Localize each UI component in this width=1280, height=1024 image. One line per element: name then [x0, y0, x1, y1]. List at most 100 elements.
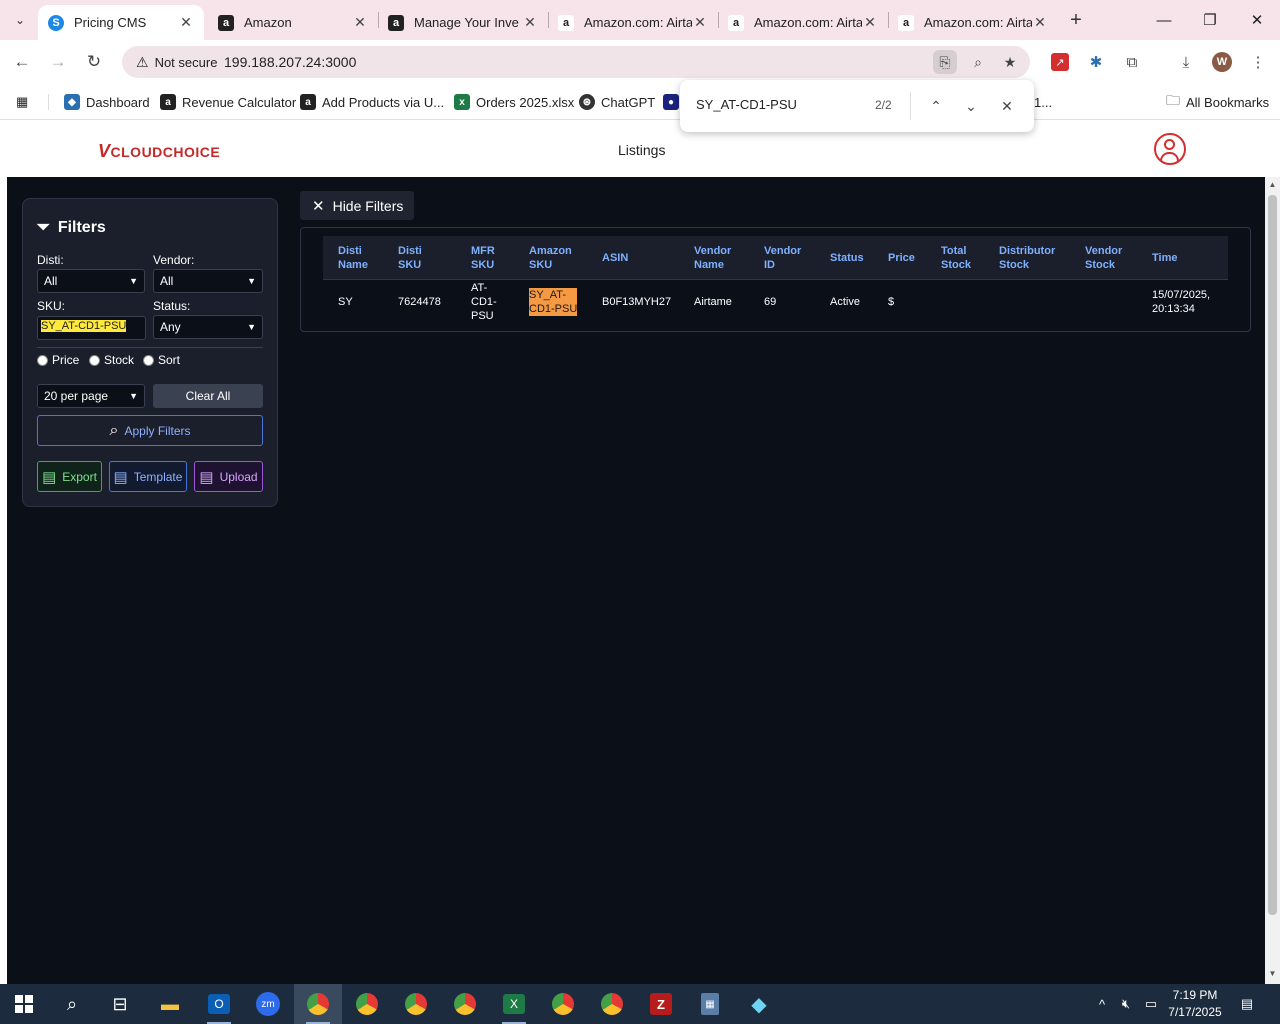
disti-select[interactable]: All ▼: [37, 269, 145, 293]
app-diamond-icon[interactable]: ◆: [735, 984, 783, 1024]
network-icon[interactable]: ▭: [1140, 984, 1162, 1024]
tab-search-icon[interactable]: ⌄: [8, 8, 32, 32]
col-vendor-name[interactable]: Vendor Name: [694, 236, 731, 280]
menu-kebab-icon[interactable]: ⋮: [1246, 50, 1270, 74]
col-total-stock[interactable]: Total Stock: [941, 236, 971, 280]
clear-all-button[interactable]: Clear All: [153, 384, 263, 408]
bookmark-orders-xlsx[interactable]: x Orders 2025.xlsx: [454, 92, 574, 112]
col-mfr-sku[interactable]: MFR SKU: [471, 236, 495, 280]
tab-amazon-airtame-1[interactable]: a Amazon.com: Airta ✕: [548, 5, 718, 40]
restore-icon[interactable]: ❐: [1187, 0, 1233, 40]
scroll-up-icon[interactable]: ▲: [1267, 180, 1278, 192]
tab-pricing-cms[interactable]: S Pricing CMS ✕: [38, 5, 204, 40]
tab-amazon-airtame-2[interactable]: a Amazon.com: Airta ✕: [718, 5, 888, 40]
nav-listings-link[interactable]: Listings: [618, 142, 665, 158]
upload-button[interactable]: ▤ Upload: [194, 461, 263, 492]
tab-manage-inventory[interactable]: a Manage Your Inve ✕: [378, 5, 548, 40]
minimize-icon[interactable]: —: [1141, 0, 1187, 40]
col-asin[interactable]: ASIN: [602, 236, 628, 280]
all-bookmarks[interactable]: 🗀 All Bookmarks: [1166, 92, 1269, 112]
zoom-app-icon[interactable]: zm: [244, 984, 292, 1024]
col-disti-sku[interactable]: Disti SKU: [398, 236, 422, 280]
close-window-icon[interactable]: ✕: [1234, 0, 1280, 40]
col-disti-name[interactable]: Disti Name: [338, 236, 368, 280]
radio-sort[interactable]: Sort: [143, 353, 180, 367]
col-amazon-sku[interactable]: Amazon SKU: [529, 236, 572, 280]
status-select[interactable]: Any ▼: [153, 315, 263, 339]
col-time[interactable]: Time: [1152, 236, 1177, 280]
close-icon[interactable]: ✕: [995, 94, 1019, 118]
task-view-icon[interactable]: ⊟: [96, 984, 144, 1024]
address-bar[interactable]: ⚠ Not secure 199.188.207.24:3000 ⎘ ⌕ ★: [122, 46, 1030, 78]
radio-stock[interactable]: Stock: [89, 353, 134, 367]
hide-filters-label: Hide Filters: [332, 197, 404, 214]
bookmark-chatgpt[interactable]: ⊛ ChatGPT: [579, 92, 655, 112]
per-page-select[interactable]: 20 per page ▼: [37, 384, 145, 408]
find-input[interactable]: SY_AT-CD1-PSU: [696, 97, 856, 112]
tab-amazon-airtame-3[interactable]: a Amazon.com: Airta ✕: [888, 5, 1058, 40]
zoom-icon[interactable]: ⌕: [966, 50, 990, 74]
reload-icon[interactable]: ↻: [80, 48, 108, 76]
col-distributor-stock[interactable]: Distributor Stock: [999, 236, 1055, 280]
file-explorer-icon[interactable]: ▬: [146, 984, 194, 1024]
close-icon[interactable]: ✕: [862, 14, 878, 31]
profile-avatar[interactable]: W: [1210, 50, 1234, 74]
tray-chevron-up-icon[interactable]: ^: [1092, 984, 1112, 1024]
chrome-profile-icon[interactable]: [343, 984, 391, 1024]
scroll-down-icon[interactable]: ▼: [1267, 969, 1278, 981]
download-icon[interactable]: ⤓: [1174, 50, 1198, 74]
bookmark-revenue-calculator[interactable]: a Revenue Calculator: [160, 92, 296, 112]
taskbar-clock[interactable]: 7:19 PM 7/17/2025: [1160, 987, 1230, 1021]
apps-grid-icon[interactable]: ▦: [16, 92, 28, 112]
page-search-icon[interactable]: ⎘: [933, 50, 957, 74]
filezilla-icon[interactable]: Z: [637, 984, 685, 1024]
chrome-profile-icon[interactable]: [392, 984, 440, 1024]
outlook-icon[interactable]: O: [195, 984, 243, 1024]
chevron-up-icon[interactable]: ⌃: [924, 94, 948, 118]
extension-icon[interactable]: ✱: [1084, 50, 1108, 74]
excel-icon[interactable]: X: [490, 984, 538, 1024]
search-icon[interactable]: ⌕: [48, 984, 96, 1024]
pdf-extension-icon[interactable]: ↗: [1048, 50, 1072, 74]
export-button[interactable]: ▤ Export: [37, 461, 102, 492]
windows-start-icon[interactable]: [0, 984, 48, 1024]
chrome-profile-icon[interactable]: [441, 984, 489, 1024]
sku-input[interactable]: SY_AT-CD1-PSU: [37, 316, 146, 340]
template-button[interactable]: ▤ Template: [109, 461, 187, 492]
new-tab-icon[interactable]: +: [1064, 8, 1088, 32]
chrome-icon[interactable]: [294, 984, 342, 1024]
close-icon[interactable]: ✕: [178, 14, 194, 31]
chevron-down-icon[interactable]: ⌄: [959, 94, 983, 118]
page-scrollbar[interactable]: ▲ ▼: [1265, 177, 1280, 984]
notifications-icon[interactable]: ▤: [1236, 984, 1258, 1024]
close-icon[interactable]: ✕: [352, 14, 368, 31]
close-icon[interactable]: ✕: [522, 14, 538, 31]
back-icon[interactable]: ←: [8, 48, 36, 76]
scrollbar-thumb[interactable]: [1268, 195, 1277, 915]
hide-filters-button[interactable]: ✕ Hide Filters: [300, 191, 414, 220]
calculator-icon[interactable]: ▦: [686, 984, 734, 1024]
forward-icon[interactable]: →: [44, 48, 72, 76]
extensions-puzzle-icon[interactable]: ⧉: [1120, 50, 1144, 74]
col-vendor-stock[interactable]: Vendor Stock: [1085, 236, 1122, 280]
bookmark-add-products[interactable]: a Add Products via U...: [300, 92, 444, 112]
radio-price[interactable]: Price: [37, 353, 79, 367]
url-text[interactable]: 199.188.207.24:3000: [224, 54, 356, 70]
volume-muted-icon[interactable]: 🔇︎: [1115, 984, 1137, 1024]
col-status[interactable]: Status: [830, 236, 864, 280]
close-icon[interactable]: ✕: [1032, 14, 1048, 31]
chrome-profile-icon[interactable]: [539, 984, 587, 1024]
vendor-select[interactable]: All ▼: [153, 269, 263, 293]
vcloudchoice-logo[interactable]: VCLOUDCHOICE: [98, 141, 220, 162]
bookmark-dashboard[interactable]: ◆ Dashboard: [64, 92, 150, 112]
security-chip[interactable]: ⚠ Not secure: [130, 50, 223, 74]
chrome-profile-icon[interactable]: [588, 984, 636, 1024]
tab-amazon[interactable]: a Amazon ✕: [208, 5, 378, 40]
col-vendor-id[interactable]: Vendor ID: [764, 236, 801, 280]
col-price[interactable]: Price: [888, 236, 915, 280]
close-icon[interactable]: ✕: [692, 14, 708, 31]
bookmark-overflow[interactable]: 1...: [1034, 92, 1052, 112]
apply-filters-button[interactable]: ⌕ Apply Filters: [37, 415, 263, 446]
user-profile-icon[interactable]: [1154, 133, 1186, 165]
star-icon[interactable]: ★: [998, 50, 1022, 74]
